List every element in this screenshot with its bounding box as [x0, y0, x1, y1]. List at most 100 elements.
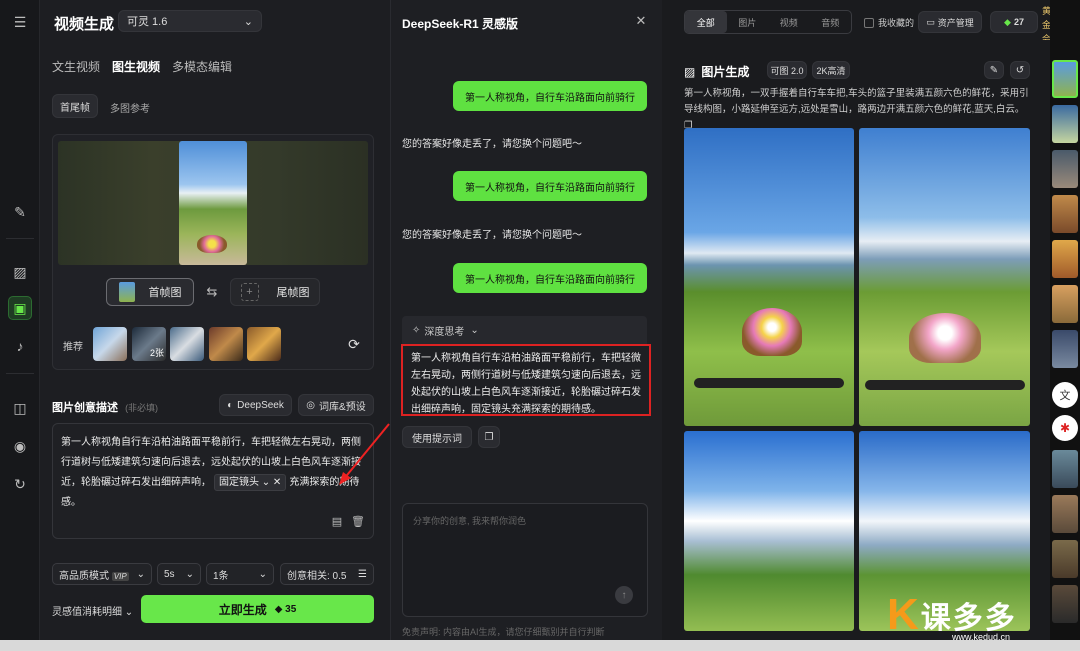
location-icon: ◎	[306, 399, 316, 411]
chat-input-placeholder: 分享你的创意, 我来帮你润色	[413, 516, 527, 526]
swap-icon[interactable]: ⇆	[202, 283, 222, 301]
bot-message: 您的答案好像走丢了，请您换个问题吧～	[402, 139, 582, 150]
library-button[interactable]: ◎ 词库&预设	[298, 394, 374, 416]
audio-icon[interactable]: ♪	[8, 334, 32, 358]
edit-icon[interactable]: ✎	[984, 61, 1004, 79]
cost-display: ◆ 35	[274, 603, 297, 615]
page-title: 视频生成	[54, 16, 115, 33]
user-message: 第一人称视角，自行车沿路面向前骑行	[453, 263, 647, 293]
first-frame-button[interactable]: 首帧图	[106, 278, 194, 306]
history-icon[interactable]: ↻	[8, 472, 32, 496]
trash-icon[interactable]: 🗑	[350, 513, 366, 529]
close-icon[interactable]: ✕	[633, 13, 649, 29]
deepseek-button[interactable]: ◐ DeepSeek	[219, 394, 292, 416]
history-thumb[interactable]	[1052, 585, 1078, 623]
history-thumb[interactable]	[1052, 450, 1078, 488]
last-frame-button[interactable]: + 尾帧图	[230, 278, 320, 306]
horizontal-scrollbar[interactable]	[0, 640, 1080, 651]
filter-image[interactable]: 图片	[727, 11, 769, 33]
relevance-control[interactable]: 创意相关: 0.5 ☰	[280, 563, 374, 585]
gem-icon: ◆	[1004, 16, 1011, 27]
count-label: 1条	[213, 570, 229, 582]
recommend-thumb[interactable]	[93, 327, 127, 361]
share-icon[interactable]: ✱	[1052, 415, 1078, 441]
relevance-label: 创意相关: 0.5	[287, 570, 347, 582]
duration-select[interactable]: 5s ⌄	[157, 563, 201, 585]
send-icon[interactable]: ↑	[615, 586, 633, 604]
recommend-thumb[interactable]	[247, 327, 281, 361]
prompt-tag-label: 固定镜头	[219, 477, 259, 488]
video-gen-panel: 视频生成 可灵 1.6 ⌄ 文生视频 图生视频 多模态编辑 首尾帧 多图参考 首帧…	[40, 0, 390, 640]
recommend-thumb[interactable]	[209, 327, 243, 361]
brush-icon[interactable]: ✎	[8, 200, 32, 224]
copy-icon[interactable]: ❐	[478, 426, 500, 448]
favorites-checkbox[interactable]: 我收藏的	[864, 16, 914, 29]
asset-manage-button[interactable]: ▭ 资产管理	[918, 11, 982, 33]
recommend-thumb[interactable]	[170, 327, 204, 361]
subtab-multi-ref[interactable]: 多图参考	[110, 100, 150, 115]
generated-image[interactable]	[684, 128, 854, 426]
checkbox-box	[864, 17, 874, 28]
count-select[interactable]: 1条 ⌄	[206, 563, 274, 585]
generated-image[interactable]	[684, 431, 854, 631]
menu-icon[interactable]: ☰	[8, 10, 32, 34]
chevron-down-icon: ⌄	[243, 15, 253, 28]
recommend-thumb[interactable]: 2张	[132, 327, 166, 361]
vip-badge: VIP	[111, 571, 129, 581]
history-thumb[interactable]	[1052, 285, 1078, 323]
folder-icon: ▭	[926, 16, 935, 27]
history-thumb[interactable]	[1052, 495, 1078, 533]
tab-text-video[interactable]: 文生视频	[52, 58, 100, 75]
chat-input[interactable]: 分享你的创意, 我来帮你润色 ↑	[402, 503, 648, 617]
prompt-textarea[interactable]: 第一人称视角自行车沿柏油路面平稳前行，车把轻微左右晃动，两侧行道树与低矮建筑匀速…	[52, 423, 374, 539]
history-thumb[interactable]	[1052, 240, 1078, 278]
tab-image-video[interactable]: 图生视频	[112, 58, 160, 75]
desc-title-text: 图片创意描述	[52, 402, 118, 414]
history-thumb[interactable]	[1052, 105, 1078, 143]
subtab-first-last[interactable]: 首尾帧	[52, 94, 98, 118]
deepseek-chat-panel: DeepSeek-R1 灵感版 ✕ 第一人称视角，自行车沿路面向前骑行 您的答案…	[390, 0, 662, 640]
generated-image[interactable]	[859, 128, 1030, 426]
filter-audio[interactable]: 音频	[810, 11, 852, 33]
history-thumb[interactable]	[1052, 330, 1078, 368]
regenerate-icon[interactable]: ↺	[1010, 61, 1030, 79]
image-icon: ▨	[684, 64, 696, 79]
translate-icon[interactable]: 文	[1052, 382, 1078, 408]
quality-select[interactable]: 高品质模式 VIP ⌄	[52, 563, 152, 585]
video-icon[interactable]: ▣	[8, 296, 32, 320]
eye-icon[interactable]: ◉	[8, 434, 32, 458]
quality-badge: 2K高清	[812, 61, 850, 79]
plus-icon: +	[240, 283, 259, 301]
history-thumb[interactable]	[1052, 540, 1078, 578]
prompt-tag[interactable]: 固定镜头 ⌄ ✕	[214, 474, 287, 491]
use-prompt-button[interactable]: 使用提示词	[402, 426, 472, 448]
member-badge[interactable]: 黄金会员	[1042, 4, 1050, 40]
deep-think-toggle[interactable]: ✧ 深度思考 ⌄	[402, 316, 647, 344]
save-icon[interactable]: ▤	[329, 513, 345, 529]
chevron-down-icon: ⌄	[470, 324, 479, 336]
bot-message: 您的答案好像走丢了，请您换个问题吧～	[402, 230, 582, 241]
image-icon[interactable]: ▨	[8, 260, 32, 284]
points-badge[interactable]: ◆ 27	[990, 11, 1038, 33]
model-select[interactable]: 可灵 1.6 ⌄	[118, 10, 262, 32]
first-frame-label: 首帧图	[148, 287, 182, 299]
ai-answer: 第一人称视角自行车沿柏油路面平稳前行，车把轻微左右晃动，两侧行道树与低矮建筑匀速…	[401, 344, 651, 416]
generate-button[interactable]: 立即生成 ◆ 35	[141, 595, 374, 623]
deep-think-label: 深度思考	[424, 326, 465, 338]
filter-all[interactable]: 全部	[685, 11, 727, 33]
desc-title: 图片创意描述 (非必填)	[52, 399, 158, 415]
refresh-icon[interactable]: ⟳	[344, 335, 364, 353]
desc-hint: (非必填)	[125, 403, 159, 413]
history-strip: 文 ✱	[1050, 55, 1080, 640]
thumb-count-badge: 2张	[149, 348, 164, 358]
model-icon[interactable]: ◫	[8, 396, 32, 420]
history-thumb[interactable]	[1052, 150, 1078, 188]
chevron-down-icon: ⌄	[185, 568, 194, 580]
tab-multimodal[interactable]: 多模态编辑	[172, 58, 232, 75]
consume-detail[interactable]: 灵感值消耗明细 ⌄	[52, 603, 133, 618]
filter-video[interactable]: 视频	[768, 11, 810, 33]
chat-title: DeepSeek-R1 灵感版	[402, 17, 519, 31]
history-thumb[interactable]	[1052, 60, 1078, 98]
model-badge: 可图 2.0	[767, 61, 807, 79]
history-thumb[interactable]	[1052, 195, 1078, 233]
